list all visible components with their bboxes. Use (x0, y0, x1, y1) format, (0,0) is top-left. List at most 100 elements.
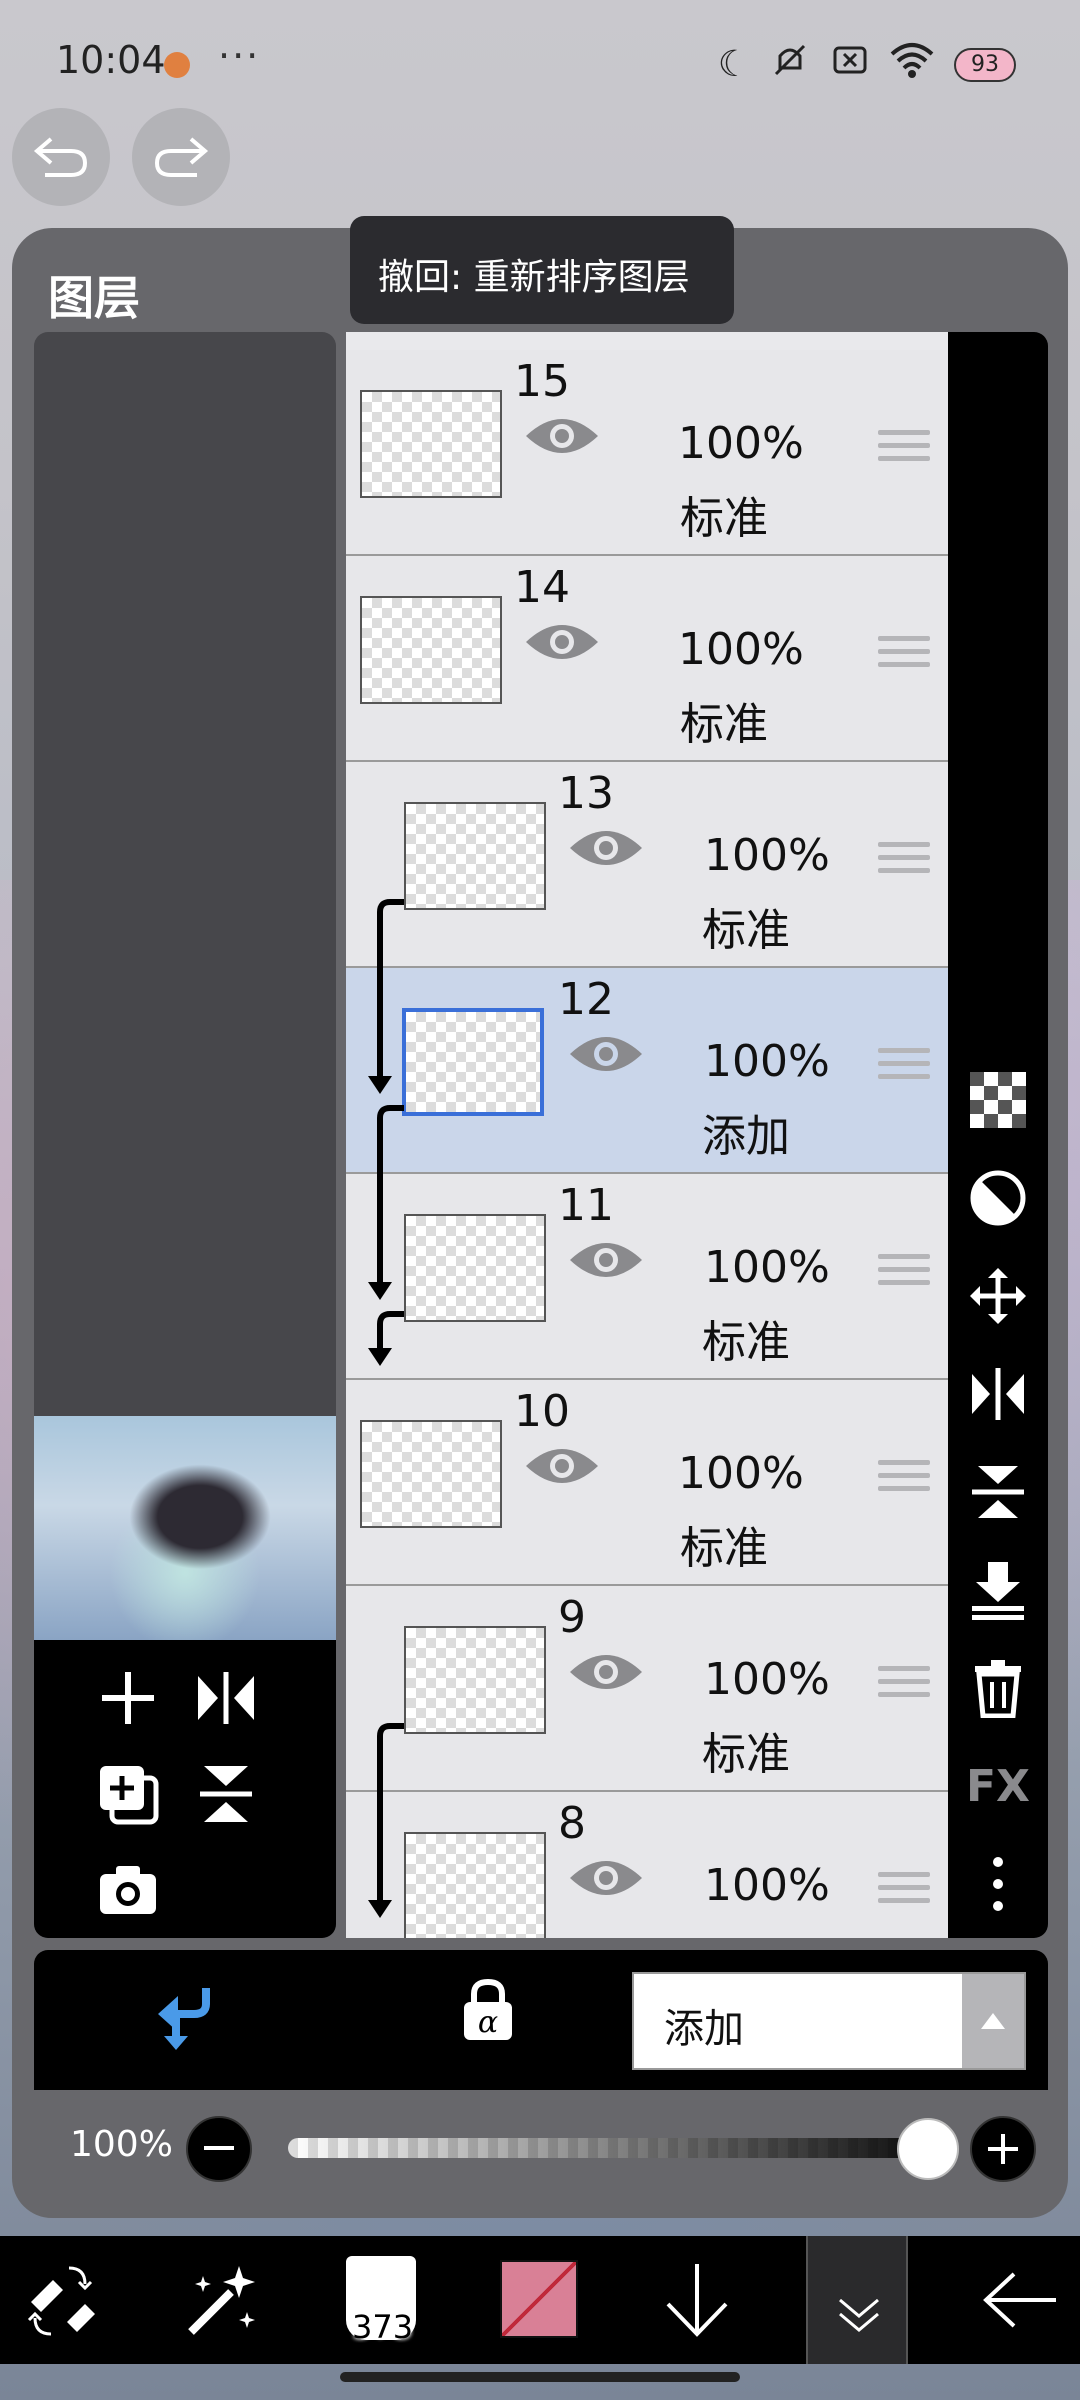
status-icons: ☾ 93 (718, 40, 1016, 89)
wifi-icon (890, 40, 934, 89)
layer-blend-mode: 添加 (702, 1111, 790, 1162)
layer-row[interactable]: 11 100% 标准 (346, 1174, 950, 1380)
layer-row[interactable]: 14 100% 标准 (346, 556, 950, 762)
flip-layer-horizontal-button[interactable] (966, 1362, 1030, 1426)
blend-mode-select[interactable]: 添加 (632, 1972, 1026, 2070)
battery-indicator: 93 (954, 47, 1016, 82)
dropdown-arrow-icon (962, 1974, 1024, 2068)
visibility-eye-icon[interactable] (524, 618, 600, 666)
opacity-slider-thumb[interactable] (897, 2118, 959, 2180)
flip-horizontal-icon (972, 1368, 1024, 1420)
tooltip-text: 撤回: 重新排序图层 (378, 257, 690, 298)
delete-layer-button[interactable] (966, 1656, 1030, 1720)
merge-down-icon (972, 1562, 1024, 1620)
plus-icon (988, 2134, 1018, 2164)
drag-handle-icon[interactable] (878, 1666, 930, 1706)
brush-size-value: 373 (352, 2308, 414, 2346)
move-button[interactable] (966, 1264, 1030, 1328)
layer-opacity: 100% (704, 1242, 830, 1293)
layer-opacity: 100% (704, 1860, 830, 1911)
layer-panel: 图层 15 100% 标准 14 100% 标准 13 100% 标准 12 1… (12, 228, 1068, 2218)
merge-down-button[interactable] (966, 1558, 1030, 1622)
pen-eraser-switch-icon (27, 2266, 95, 2336)
undo-button[interactable] (12, 108, 110, 206)
drag-handle-icon[interactable] (878, 430, 930, 470)
layer-blend-mode: 标准 (702, 1729, 790, 1780)
layer-side-toolbar: FX (948, 332, 1048, 1938)
opacity-slider-bar: 100% (34, 2090, 1048, 2200)
checkerboard-icon (970, 1072, 1026, 1128)
no-sim-icon (830, 40, 870, 89)
plus-icon (102, 1672, 154, 1724)
layer-blend-mode: 标准 (680, 699, 768, 750)
moon-icon: ☾ (717, 44, 750, 85)
transparency-button[interactable] (966, 1068, 1030, 1132)
layer-row-selected[interactable]: 12 100% 添加 (346, 968, 950, 1174)
layer-row[interactable]: 10 100% 标准 (346, 1380, 950, 1586)
back-button[interactable] (970, 2250, 1070, 2350)
visibility-eye-icon[interactable] (568, 1236, 644, 1284)
color-swatch-button[interactable] (500, 2260, 578, 2338)
layer-blend-mode: 标准 (680, 493, 768, 544)
add-layer-button[interactable] (88, 1658, 168, 1738)
blend-mode-bar: α 添加 (34, 1950, 1048, 2090)
invert-button[interactable] (966, 1166, 1030, 1230)
layer-number: 12 (558, 974, 614, 1025)
status-bar: 10:04 ··· ☾ 93 (0, 0, 1080, 120)
drag-handle-icon[interactable] (878, 1872, 930, 1912)
drag-handle-icon[interactable] (878, 1254, 930, 1294)
drag-handle-icon[interactable] (878, 842, 930, 882)
minus-icon (204, 2146, 234, 2150)
mute-icon (770, 40, 810, 89)
tool-switch-button[interactable] (16, 2250, 106, 2350)
clipping-toggle-button[interactable] (154, 1984, 234, 2054)
visibility-eye-icon[interactable] (568, 824, 644, 872)
undo-tooltip: 撤回: 重新排序图层 (350, 216, 734, 324)
layer-list[interactable]: 15 100% 标准 14 100% 标准 13 100% 标准 12 100%… (346, 332, 950, 1938)
redo-button[interactable] (132, 108, 230, 206)
redo-icon (154, 137, 209, 177)
layer-number: 13 (558, 768, 614, 819)
layer-row[interactable]: 9 100% 标准 (346, 1586, 950, 1792)
layer-panel-toggle-button[interactable] (806, 2236, 908, 2364)
opacity-increase-button[interactable] (970, 2116, 1036, 2182)
layer-row[interactable]: 8 100% (346, 1792, 950, 1938)
fx-label: FX (966, 1760, 1030, 1812)
layer-opacity: 100% (704, 1036, 830, 1087)
drag-handle-icon[interactable] (878, 1048, 930, 1088)
clipping-indicator (368, 899, 404, 1918)
flip-vertical-button[interactable] (186, 1754, 266, 1834)
camera-button[interactable] (88, 1850, 168, 1930)
layer-tools-grid (34, 1640, 336, 1938)
canvas-preview-thumbnail[interactable] (34, 1416, 336, 1640)
visibility-eye-icon[interactable] (568, 1030, 644, 1078)
opacity-slider-track[interactable] (288, 2138, 928, 2158)
layer-down-button[interactable] (652, 2250, 742, 2350)
layer-preview-column (34, 332, 336, 1938)
flip-horizontal-button[interactable] (186, 1658, 266, 1738)
flip-layer-vertical-button[interactable] (966, 1460, 1030, 1524)
alpha-lock-button[interactable]: α (462, 1978, 526, 2048)
visibility-eye-icon[interactable] (568, 1854, 644, 1902)
visibility-eye-icon[interactable] (524, 412, 600, 460)
layer-opacity: 100% (704, 1654, 830, 1705)
home-indicator (340, 2372, 740, 2382)
fx-button[interactable]: FX (966, 1754, 1030, 1818)
more-notifications-icon: ··· (218, 34, 261, 78)
layer-opacity: 100% (678, 418, 804, 469)
drag-handle-icon[interactable] (878, 1460, 930, 1500)
flip-vertical-icon (200, 1766, 252, 1822)
duplicate-layer-button[interactable] (88, 1754, 168, 1834)
visibility-eye-icon[interactable] (524, 1442, 600, 1490)
layer-row[interactable]: 13 100% 标准 (346, 762, 950, 968)
drag-handle-icon[interactable] (878, 636, 930, 676)
blend-mode-value: 添加 (664, 2006, 744, 2052)
layer-row[interactable]: 15 100% 标准 (346, 350, 950, 556)
layer-number: 15 (514, 356, 570, 407)
more-options-button[interactable] (966, 1852, 1030, 1916)
visibility-eye-icon[interactable] (568, 1648, 644, 1696)
magic-wand-button[interactable] (176, 2250, 266, 2350)
clipping-arrow-icon (158, 1988, 210, 2050)
layer-opacity: 100% (678, 1448, 804, 1499)
opacity-decrease-button[interactable] (186, 2116, 252, 2182)
